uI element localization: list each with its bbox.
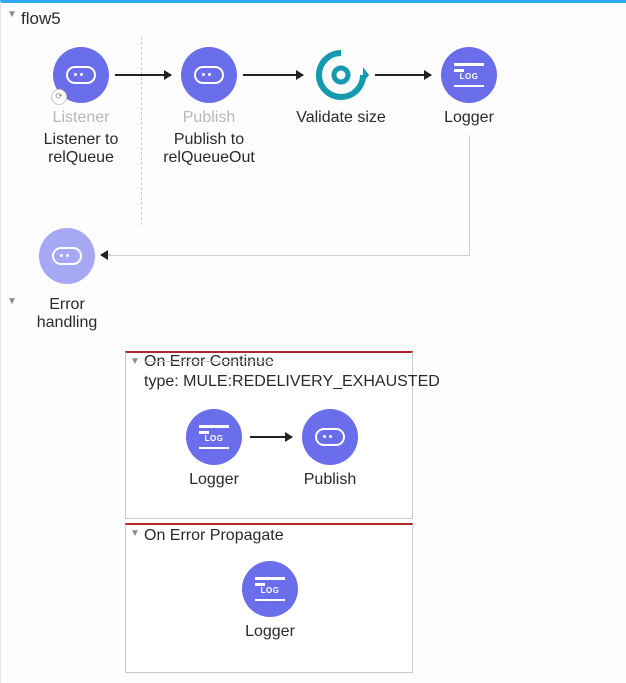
refresh-badge-icon: ⟳: [51, 89, 67, 105]
publish-label: Publish to relQueueOut: [154, 131, 264, 167]
arrow-publish-to-validate: [243, 74, 303, 76]
on-error-propagate-title: On Error Propagate: [144, 527, 284, 545]
arrow-listener-to-publish: [115, 74, 171, 76]
arrow-oec-logger-to-publish: [250, 436, 292, 438]
log-icon: LOG: [454, 63, 484, 87]
flow-name: flow5: [21, 9, 61, 29]
on-error-propagate-toggle[interactable]: ▼: [130, 529, 140, 539]
flow-collapse-toggle[interactable]: ▼: [7, 10, 17, 20]
on-error-continue-type: type: MULE:REDELIVERY_EXHAUSTED: [144, 373, 440, 391]
listener-label: Listener to relQueue: [21, 131, 141, 167]
queue-icon: [315, 428, 345, 446]
logger-node[interactable]: LOG: [441, 47, 497, 103]
on-error-continue-box[interactable]: ▼ On Error Continue type: MULE:REDELIVER…: [125, 351, 413, 519]
validate-icon: [313, 47, 369, 103]
listener-node[interactable]: ⟳: [53, 47, 109, 103]
publish-type-label: Publish: [183, 109, 235, 127]
error-handling-connector[interactable]: [39, 228, 95, 284]
flow-canvas: ▼ flow5 ⟳ Listener Listener to relQueue …: [0, 0, 626, 683]
listener-type-label: Listener: [53, 109, 110, 127]
queue-icon: [194, 66, 224, 84]
error-handling-title: Error handling: [17, 296, 117, 332]
on-error-propagate-box[interactable]: ▼ On Error Propagate LOG Logger: [125, 523, 413, 673]
return-path-h: [111, 255, 470, 256]
oec-logger-node[interactable]: LOG: [186, 409, 242, 465]
log-icon: LOG: [199, 425, 229, 449]
oep-logger-node[interactable]: LOG: [242, 561, 298, 617]
on-error-continue-title: On Error Continue: [144, 353, 274, 371]
log-icon: LOG: [255, 577, 285, 601]
on-error-continue-toggle[interactable]: ▼: [130, 357, 140, 367]
return-path-v: [469, 135, 470, 255]
return-path-arrowhead: [101, 254, 111, 256]
validate-size-node[interactable]: [313, 47, 369, 103]
validate-label: Validate size: [296, 109, 386, 127]
oec-publish-label: Publish: [304, 471, 356, 489]
error-handling-toggle[interactable]: ▼: [7, 297, 17, 307]
queue-icon: [66, 66, 96, 84]
oep-logger-label: Logger: [245, 623, 295, 641]
source-divider: [141, 37, 142, 225]
oec-publish-node[interactable]: [302, 409, 358, 465]
publish-node[interactable]: [181, 47, 237, 103]
arrow-validate-to-logger: [375, 74, 431, 76]
logger-label: Logger: [444, 109, 494, 127]
oec-logger-label: Logger: [189, 471, 239, 489]
queue-icon: [52, 247, 82, 265]
